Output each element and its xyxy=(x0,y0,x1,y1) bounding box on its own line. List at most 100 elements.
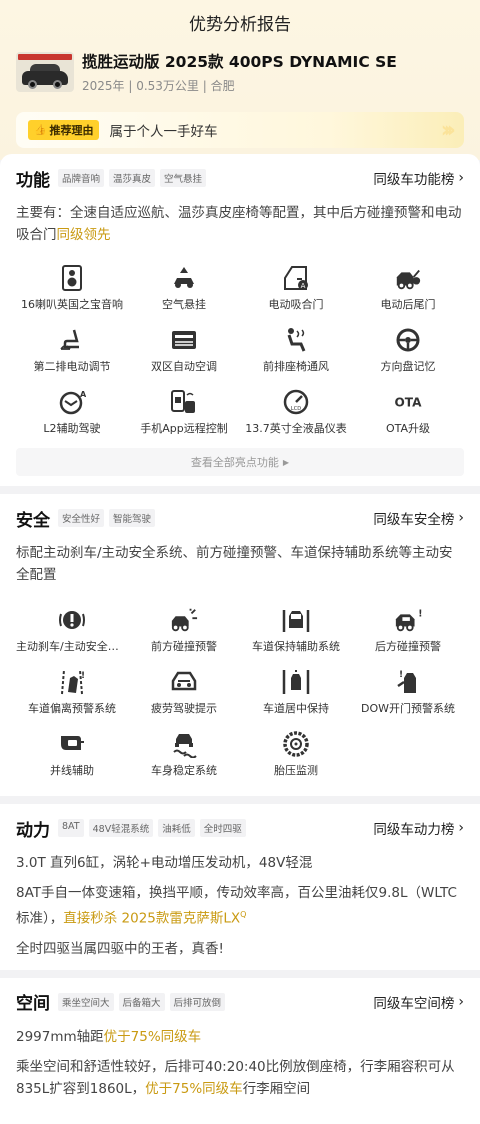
function-card: 功能 品牌音响 温莎真皮 空气悬挂 同级车功能榜 › 主要有：全速自适应巡航、温莎真… xyxy=(0,154,480,486)
lane-keep-icon xyxy=(282,606,310,634)
feature-item[interactable]: ! 车道偏离预警系统 xyxy=(16,668,128,724)
power-rank-label: 同级车动力榜 xyxy=(373,822,455,838)
function-rank-link[interactable]: 同级车功能榜 › xyxy=(373,168,464,188)
safety-title: 安全 xyxy=(16,510,50,531)
safety-card: 安全 安全性好 智能驾驶 同级车安全榜 › 标配主动刹车/主动安全系统、前方碰撞预… xyxy=(0,494,480,796)
feature-label: 后方碰撞预警 xyxy=(375,640,441,653)
view-all-features-button[interactable]: 查看全部亮点功能 ▶ xyxy=(16,448,464,476)
space-wheelbase-text: 2997mm轴距优于75%同级车 xyxy=(16,1026,464,1048)
soft-close-door-icon: A xyxy=(282,264,310,292)
power-tag: 48V轻混系统 xyxy=(88,819,154,837)
space-rank-link[interactable]: 同级车空间榜 › xyxy=(373,992,464,1012)
feature-label: 车道居中保持 xyxy=(263,702,329,715)
feature-item[interactable]: 车道保持辅助系统 xyxy=(240,606,352,662)
svg-text:!: ! xyxy=(81,671,85,681)
feature-item[interactable]: 疲劳驾驶提示 xyxy=(128,668,240,724)
feature-item[interactable]: 车身稳定系统 xyxy=(128,730,240,786)
power-engine-text: 3.0T 直列6缸，涡轮+电动增压发动机，48V轻混 xyxy=(16,855,313,871)
power-rank-link[interactable]: 同级车动力榜 › xyxy=(373,818,464,838)
safety-rank-link[interactable]: 同级车安全榜 › xyxy=(373,508,464,528)
feature-item[interactable]: 胎压监测 xyxy=(240,730,352,786)
safety-tag: 安全性好 xyxy=(58,509,105,527)
safety-tags: 安全性好 智能驾驶 xyxy=(58,509,160,527)
safety-rank-label: 同级车安全榜 xyxy=(373,512,455,528)
seat-ventilation-icon xyxy=(282,326,310,354)
dealer-logo xyxy=(18,54,72,60)
recommend-tag: 👍 推荐理由 xyxy=(28,120,100,140)
remote-app-icon xyxy=(170,388,198,416)
feature-item[interactable]: 并线辅助 xyxy=(16,730,128,786)
feature-label: 16喇叭英国之宝音响 xyxy=(21,298,123,311)
thumbs-up-icon: 👍 xyxy=(34,124,47,136)
power-tag: 油耗低 xyxy=(158,819,195,837)
feature-item[interactable]: 双区自动空调 xyxy=(128,326,240,382)
space-wheelbase-highlight: 优于75%同级车 xyxy=(103,1028,202,1045)
feature-item[interactable]: 车道居中保持 xyxy=(240,668,352,724)
svg-text:!: ! xyxy=(418,608,422,619)
feature-label: 第二排电动调节 xyxy=(33,360,111,373)
power-4wd-text: 全时四驱当属四驱中的王者，真香! xyxy=(16,940,224,957)
chevron-right-icon: › xyxy=(458,820,464,836)
feature-item[interactable]: ! DOW开门预警系统 xyxy=(352,668,464,724)
lane-departure-icon: ! xyxy=(58,668,86,696)
steering-memory-icon xyxy=(394,326,422,354)
feature-item[interactable]: 方向盘记忆 xyxy=(352,326,464,382)
safety-feature-grid: 主动刹车/主动安全系统 前方碰撞预警 车道保持辅助系统! 后方碰撞预警 ! 车道偏离预警系… xyxy=(16,606,464,786)
feature-item[interactable]: 主动刹车/主动安全系统 xyxy=(16,606,128,662)
forward-collision-icon xyxy=(170,606,198,634)
assisted-driving-icon: A xyxy=(58,388,86,416)
chevron-right-icon: › xyxy=(458,510,464,526)
feature-label: 空气悬挂 xyxy=(162,298,206,311)
feature-item[interactable]: 前排座椅通风 xyxy=(240,326,352,382)
feature-label: 手机App远程控制 xyxy=(140,422,228,435)
search-icon[interactable]: Q xyxy=(240,910,246,919)
door-open-warning-icon: ! xyxy=(394,668,422,696)
power-tag: 全时四驱 xyxy=(199,819,246,837)
feature-item[interactable]: 前方碰撞预警 xyxy=(128,606,240,662)
view-all-label: 查看全部亮点功能 xyxy=(190,456,279,469)
feature-item[interactable]: A 电动吸合门 xyxy=(240,264,352,320)
feature-item[interactable]: A L2辅助驾驶 xyxy=(16,388,128,444)
space-card: 空间 乘坐空间大 后备箱大 后排可放倒 同级车空间榜 › 2997mm轴距优于75%… xyxy=(0,977,480,1124)
feature-item[interactable]: LCD 13.7英寸全液晶仪表 xyxy=(240,388,352,444)
power-title: 动力 xyxy=(16,820,50,841)
ota-icon: OTA xyxy=(394,388,422,416)
power-card: 动力 8AT 48V轻混系统 油耗低 全时四驱 同级车动力榜 › 3.0T 直列6缸，… xyxy=(0,804,480,970)
power-tag: 8AT xyxy=(58,819,84,837)
chevron-right-icon: › xyxy=(458,170,464,186)
lcd-cluster-icon: LCD xyxy=(282,388,310,416)
space-tag: 后排可放倒 xyxy=(169,992,226,1011)
feature-label: 车道保持辅助系统 xyxy=(252,640,340,653)
feature-item[interactable]: OTA OTA升级 xyxy=(352,388,464,444)
recommend-reason: 👍 推荐理由 属于个人一手好车 ››› xyxy=(16,112,464,148)
speaker-icon xyxy=(58,264,86,292)
feature-item[interactable]: 手机App远程控制 xyxy=(128,388,240,444)
function-rank-label: 同级车功能榜 xyxy=(373,172,455,188)
feature-label: DOW开门预警系统 xyxy=(360,702,455,715)
space-title: 空间 xyxy=(16,994,50,1014)
safety-desc: 标配主动刹车/主动安全系统、前方碰撞预警、车道保持辅助系统等主动安全配置 xyxy=(16,545,453,583)
feature-label: 电动吸合门 xyxy=(268,298,324,311)
lane-center-icon xyxy=(282,668,310,696)
triangle-right-icon: ▶ xyxy=(282,457,290,467)
feature-item[interactable]: 电动后尾门 xyxy=(352,264,464,320)
climate-control-icon xyxy=(170,326,198,354)
car-summary[interactable]: 揽胜运动版 2025款 400PS DYNAMIC SE 2025年 | 0.5… xyxy=(0,40,480,94)
car-thumbnail[interactable] xyxy=(16,52,74,92)
feature-item[interactable]: 空气悬挂 xyxy=(128,264,240,320)
feature-item[interactable]: 第二排电动调节 xyxy=(16,326,128,382)
tire-pressure-icon xyxy=(282,730,310,758)
page-title: 优势分析报告 xyxy=(189,15,291,35)
space-rank-label: 同级车空间榜 xyxy=(373,995,455,1012)
feature-item[interactable]: ! 后方碰撞预警 xyxy=(352,606,464,662)
rear-collision-icon: ! xyxy=(394,606,422,634)
function-title: 功能 xyxy=(16,170,50,191)
svg-text:A: A xyxy=(80,390,86,399)
space-tag: 乘坐空间大 xyxy=(58,992,114,1011)
power-compare-link[interactable]: 直接秒杀 2025款雷克萨斯LX xyxy=(63,911,240,927)
space-wheelbase-plain: 2997mm轴距 xyxy=(16,1028,104,1045)
recommend-tag-label: 推荐理由 xyxy=(49,124,94,137)
feature-label: 胎压监测 xyxy=(274,764,318,777)
feature-item[interactable]: 16喇叭英国之宝音响 xyxy=(16,264,128,320)
blind-spot-icon xyxy=(58,730,86,758)
